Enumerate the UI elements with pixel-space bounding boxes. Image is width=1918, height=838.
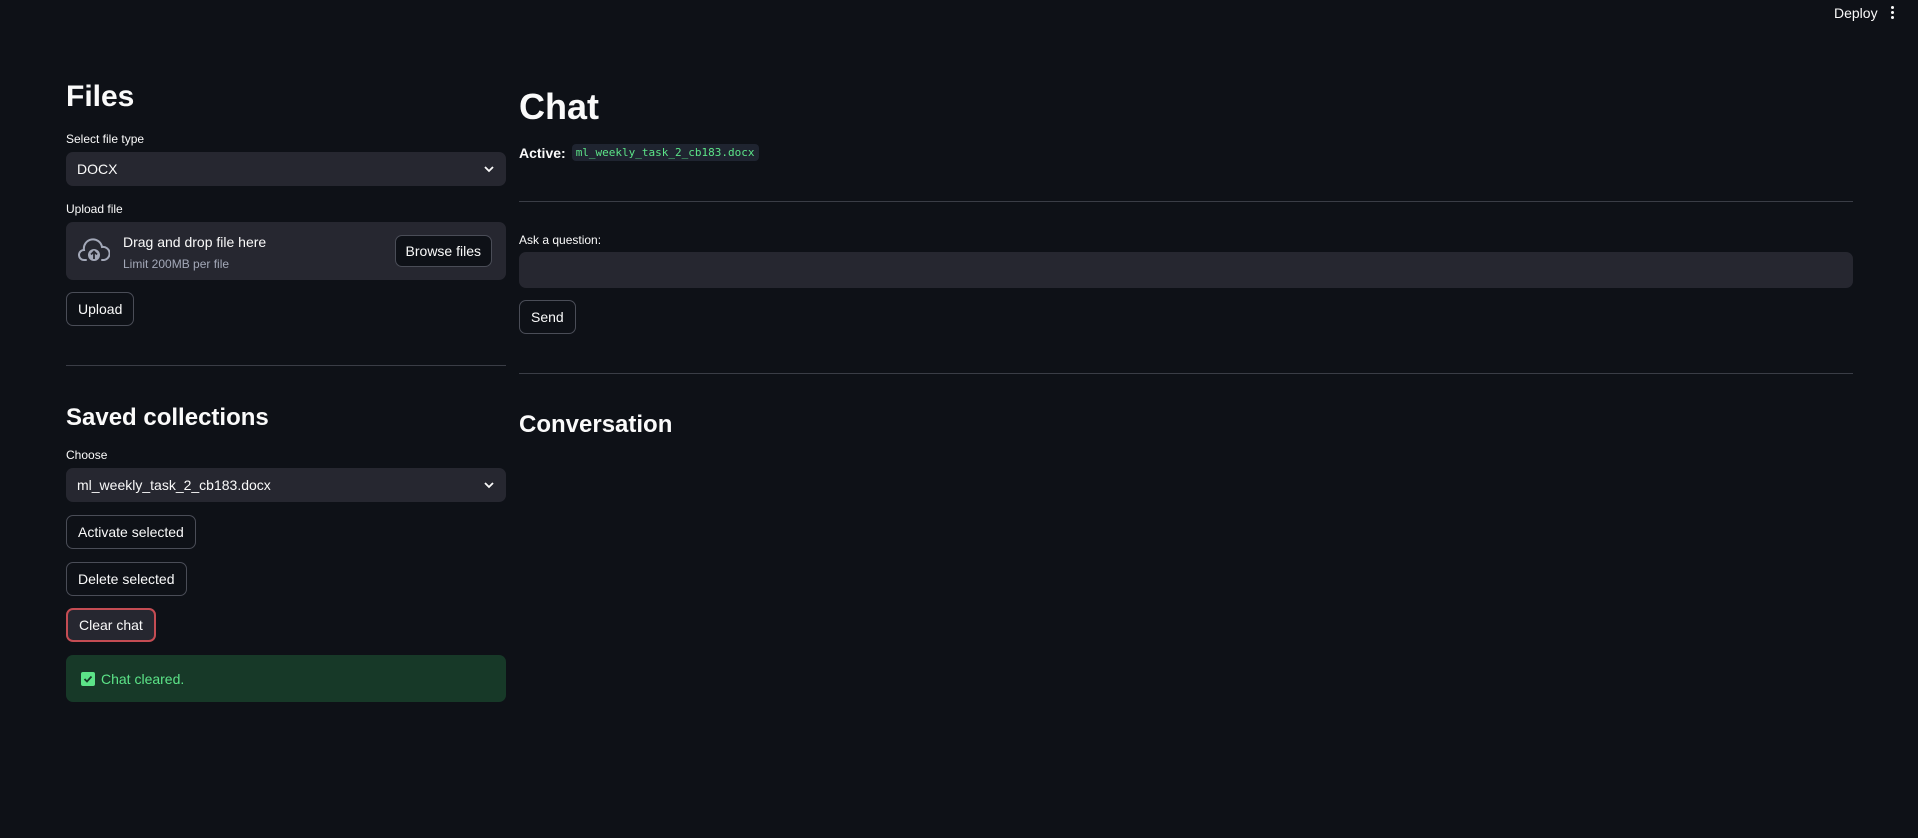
dropzone-text: Drag and drop file here — [123, 234, 267, 250]
active-label: Active: — [519, 144, 566, 161]
clear-chat-button[interactable]: Clear chat — [66, 608, 156, 642]
conversation-title: Conversation — [519, 411, 673, 438]
success-alert: Chat cleared. — [66, 655, 506, 702]
success-message: Chat cleared. — [101, 670, 185, 687]
file-type-select[interactable]: DOCX — [66, 152, 506, 186]
collection-value: ml_weekly_task_2_cb183.docx — [77, 477, 271, 493]
kebab-menu-icon[interactable] — [1886, 3, 1898, 21]
question-label: Ask a question: — [519, 233, 602, 247]
divider — [519, 373, 1853, 374]
upload-button[interactable]: Upload — [66, 292, 135, 326]
top-bar: Deploy — [0, 0, 1918, 24]
cloud-upload-icon — [78, 238, 110, 261]
file-type-value: DOCX — [77, 161, 118, 177]
chat-title: Chat — [519, 86, 599, 127]
active-indicator: Active: ml_weekly_task_2_cb183.docx — [519, 144, 759, 161]
divider — [66, 365, 506, 366]
dropzone-limit: Limit 200MB per file — [123, 257, 230, 271]
file-type-label: Select file type — [66, 132, 145, 146]
delete-selected-button[interactable]: Delete selected — [66, 562, 187, 596]
browse-files-button[interactable]: Browse files — [394, 235, 492, 267]
file-dropzone[interactable]: Drag and drop file here Limit 200MB per … — [66, 222, 506, 280]
activate-selected-button[interactable]: Activate selected — [66, 515, 196, 549]
upload-file-label: Upload file — [66, 202, 123, 216]
deploy-button[interactable]: Deploy — [1830, 5, 1882, 21]
question-input[interactable] — [519, 252, 1853, 288]
active-file-code: ml_weekly_task_2_cb183.docx — [571, 144, 759, 161]
chevron-down-icon — [484, 482, 494, 489]
send-button[interactable]: Send — [519, 300, 576, 334]
choose-label: Choose — [66, 448, 108, 462]
saved-collections-title: Saved collections — [66, 404, 269, 431]
files-title: Files — [66, 80, 135, 113]
chevron-down-icon — [484, 166, 494, 173]
checkbox-icon — [81, 671, 95, 686]
collection-select[interactable]: ml_weekly_task_2_cb183.docx — [66, 468, 506, 502]
divider — [519, 201, 1853, 202]
